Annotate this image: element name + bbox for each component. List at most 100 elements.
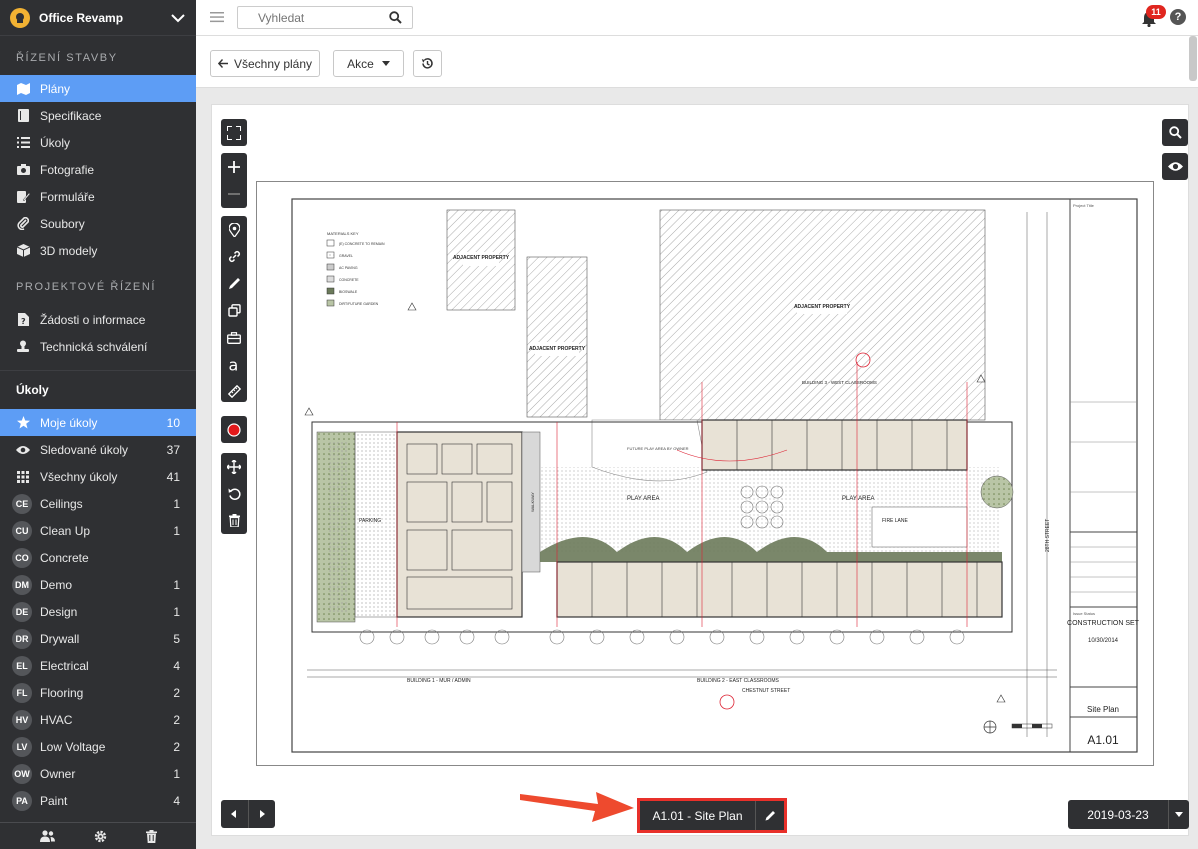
sidebar-item-all-tasks[interactable]: Všechny úkoly 41 — [0, 463, 196, 490]
tag-avatar: DE — [12, 601, 32, 622]
tag-count: 5 — [173, 631, 180, 646]
search-input[interactable] — [238, 7, 378, 28]
fullscreen-button[interactable] — [221, 119, 247, 146]
project-switcher[interactable]: Office Revamp — [0, 0, 196, 36]
edit-tools — [221, 453, 247, 534]
move-tool[interactable] — [221, 453, 247, 480]
sidebar-item-label: Žádosti o informace — [40, 312, 146, 327]
project-name: Office Revamp — [39, 10, 124, 25]
sidebar-item-files[interactable]: Soubory — [0, 210, 196, 237]
pencil-icon — [765, 811, 775, 821]
sidebar-tag-item[interactable]: EL Electrical 4 — [0, 652, 196, 679]
toolbox-tool[interactable] — [221, 324, 247, 351]
history-button[interactable] — [413, 50, 442, 77]
search-sheet-button[interactable] — [1162, 119, 1188, 146]
tasks-heading: Úkoly — [16, 383, 49, 397]
sidebar-tag-item[interactable]: DM Demo 1 — [0, 571, 196, 598]
pin-tool[interactable] — [221, 216, 247, 243]
text-tool[interactable]: a — [221, 351, 247, 378]
adjacent-property-label: ADJACENT PROPERTY — [453, 255, 510, 261]
delete-tool[interactable] — [221, 507, 247, 534]
version-date-selector: 2019-03-23 — [1068, 800, 1189, 829]
tag-avatar: CO — [12, 547, 32, 568]
actions-label: Akce — [347, 56, 374, 71]
svg-text:?: ? — [21, 317, 26, 326]
tag-count: 2 — [173, 685, 180, 700]
shape-tool[interactable] — [221, 297, 247, 324]
sidebar-tag-item[interactable]: DE Design 1 — [0, 598, 196, 625]
sidebar-item-specs[interactable]: Specifikace — [0, 102, 196, 129]
sidebar-tag-item[interactable]: CE Ceilings 1 — [0, 490, 196, 517]
previous-sheet-button[interactable] — [221, 800, 248, 828]
sidebar-item-photos[interactable]: Fotografie — [0, 156, 196, 183]
search-icon[interactable] — [389, 11, 402, 24]
help-icon[interactable]: ? — [1170, 9, 1186, 25]
plus-icon — [228, 160, 240, 173]
chevron-down-icon[interactable] — [170, 10, 186, 26]
sidebar-item-forms[interactable]: Formuláře — [0, 183, 196, 210]
measure-tool[interactable] — [221, 378, 247, 405]
actions-dropdown[interactable]: Akce — [333, 50, 404, 77]
edit-sheet-button[interactable] — [756, 801, 784, 830]
sidebar-tag-item[interactable]: FL Flooring 2 — [0, 679, 196, 706]
section-construction: ŘÍZENÍ STAVBY — [16, 52, 118, 64]
sidebar-item-rfi[interactable]: ? Žádosti o informace — [0, 306, 196, 333]
sidebar-tag-item[interactable]: OW Owner 1 — [0, 760, 196, 787]
sidebar-tag-item[interactable]: CO Concrete — [0, 544, 196, 571]
search-box — [237, 6, 413, 29]
tag-label: HVAC — [40, 712, 73, 727]
gear-icon[interactable] — [94, 830, 107, 843]
task-count: 10 — [166, 415, 180, 430]
next-sheet-button[interactable] — [249, 800, 276, 828]
trash-icon[interactable] — [145, 829, 157, 843]
sidebar-item-label: Sledované úkoly — [40, 442, 129, 457]
sidebar-tag-item[interactable]: CU Clean Up 1 — [0, 517, 196, 544]
version-dropdown-toggle[interactable] — [1169, 800, 1189, 829]
plan-drawing[interactable]: Project Title Issue Status CONSTRUCTION … — [256, 181, 1154, 766]
sidebar-tag-item[interactable]: PA Paint 4 — [0, 787, 196, 814]
tag-avatar: CE — [12, 493, 32, 514]
tag-label: Flooring — [40, 685, 84, 700]
tag-count: 4 — [173, 658, 180, 673]
tag-label: Low Voltage — [40, 739, 106, 754]
map-pin-icon — [228, 222, 240, 237]
zoom-in-button[interactable] — [221, 153, 247, 180]
pen-tool[interactable] — [221, 270, 247, 297]
link-tool[interactable] — [221, 243, 247, 270]
all-plans-button[interactable]: Všechny plány — [210, 50, 320, 77]
title-block-sheet-title: Site Plan — [1087, 705, 1119, 714]
hamburger-icon[interactable] — [210, 10, 224, 24]
sheet-name-button[interactable]: A1.01 - Site Plan — [640, 801, 756, 830]
undo-tool[interactable] — [221, 480, 247, 507]
version-date-button[interactable]: 2019-03-23 — [1068, 800, 1169, 829]
camera-icon — [16, 163, 30, 177]
sidebar-item-3d-models[interactable]: 3D modely — [0, 237, 196, 264]
visibility-button[interactable] — [1162, 153, 1188, 180]
fire-lane-label: FIRE LANE — [882, 518, 909, 524]
tag-count: 1 — [173, 604, 180, 619]
users-icon[interactable] — [39, 830, 55, 842]
tag-list: CE Ceilings 1 CU Clean Up 1 CO Concrete DM Demo 1 D… — [0, 490, 196, 814]
sidebar-tag-item[interactable]: LV Low Voltage 2 — [0, 733, 196, 760]
fullscreen-icon — [227, 125, 241, 140]
sidebar-tag-item[interactable]: HV HVAC 2 — [0, 706, 196, 733]
book-icon — [16, 109, 30, 123]
sidebar-tag-item[interactable]: DR Drywall 5 — [0, 625, 196, 652]
sidebar-item-my-tasks[interactable]: Moje úkoly 10 — [0, 409, 196, 436]
tag-count: 1 — [173, 577, 180, 592]
sheet-selector: A1.01 - Site Plan — [637, 798, 787, 833]
sidebar-item-submittals[interactable]: Technická schválení — [0, 333, 196, 360]
map-icon — [16, 82, 30, 96]
sidebar-item-watched-tasks[interactable]: Sledované úkoly 37 — [0, 436, 196, 463]
tag-avatar: DM — [12, 574, 32, 595]
color-picker[interactable] — [221, 416, 247, 443]
tag-count: 2 — [173, 712, 180, 727]
section-project: PROJEKTOVÉ ŘÍZENÍ — [16, 281, 157, 293]
tag-label: Paint — [40, 793, 68, 808]
sidebar-item-plans[interactable]: Plány — [0, 75, 196, 102]
scrollbar[interactable] — [1189, 36, 1197, 81]
sidebar-item-label: Formuláře — [40, 189, 95, 204]
sidebar-item-tasks[interactable]: Úkoly — [0, 129, 196, 156]
zoom-out-button[interactable] — [221, 180, 247, 207]
caret-left-icon — [231, 810, 237, 818]
